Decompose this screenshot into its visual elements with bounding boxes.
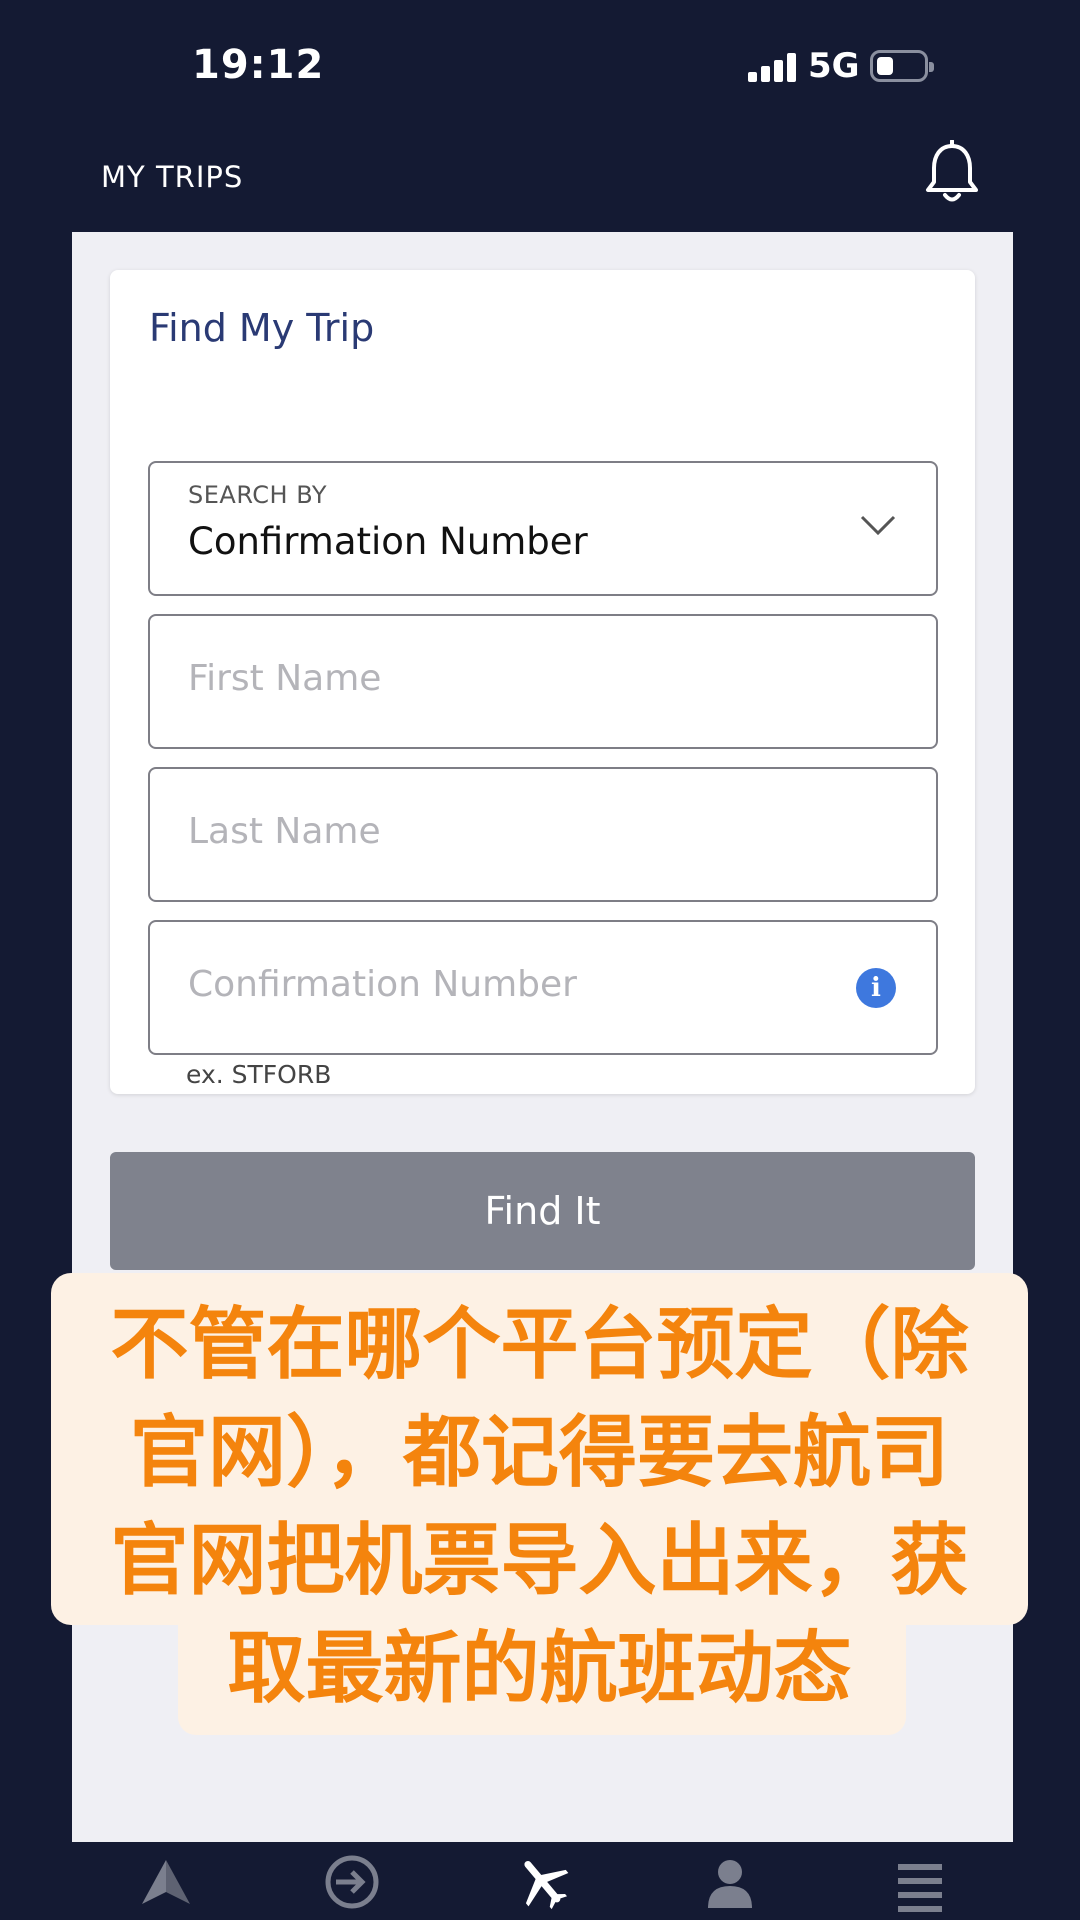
search-by-label: SEARCH BY: [188, 481, 328, 509]
page-title: MY TRIPS: [101, 160, 244, 194]
network-type: 5G: [808, 46, 860, 86]
flight-icon[interactable]: [512, 1852, 572, 1912]
info-icon[interactable]: i: [856, 968, 896, 1008]
menu-icon[interactable]: [890, 1852, 950, 1912]
profile-icon[interactable]: [700, 1852, 760, 1912]
confirmation-number-field[interactable]: Confirmation Number i: [148, 920, 938, 1055]
caption-text: 不管在哪个平台预定（除 官网），都记得要去航司 官网把机票导入出来，获 取最新的…: [51, 1291, 1028, 1723]
signal-icon: [748, 52, 796, 82]
caption-line: 官网把机票导入出来，获: [110, 1516, 969, 1606]
confirmation-hint: ex. STFORB: [186, 1060, 332, 1089]
home-logo-icon[interactable]: [136, 1852, 196, 1912]
first-name-field[interactable]: First Name: [148, 614, 938, 749]
find-trip-card: Find My Trip SEARCH BY Confirmation Numb…: [110, 270, 975, 1094]
chevron-down-icon: [860, 515, 896, 536]
check-in-icon[interactable]: [322, 1852, 382, 1912]
caption-line: 取最新的航班动态: [227, 1624, 852, 1714]
last-name-field[interactable]: Last Name: [148, 767, 938, 902]
find-it-button[interactable]: Find It: [110, 1152, 975, 1270]
first-name-placeholder: First Name: [188, 658, 382, 699]
search-by-value: Confirmation Number: [188, 520, 588, 563]
search-by-dropdown[interactable]: SEARCH BY Confirmation Number: [148, 461, 938, 596]
battery-icon: [870, 50, 934, 82]
confirmation-placeholder: Confirmation Number: [188, 964, 577, 1005]
card-title: Find My Trip: [149, 306, 375, 350]
last-name-placeholder: Last Name: [188, 811, 381, 852]
caption-line: 不管在哪个平台预定（除: [110, 1300, 969, 1390]
status-bar: 19:12 5G: [0, 0, 1080, 135]
bell-icon[interactable]: [924, 139, 980, 206]
status-time: 19:12: [192, 42, 325, 88]
bottom-tab-bar: [72, 1842, 1013, 1920]
caption-line: 官网），都记得要去航司: [129, 1408, 949, 1498]
